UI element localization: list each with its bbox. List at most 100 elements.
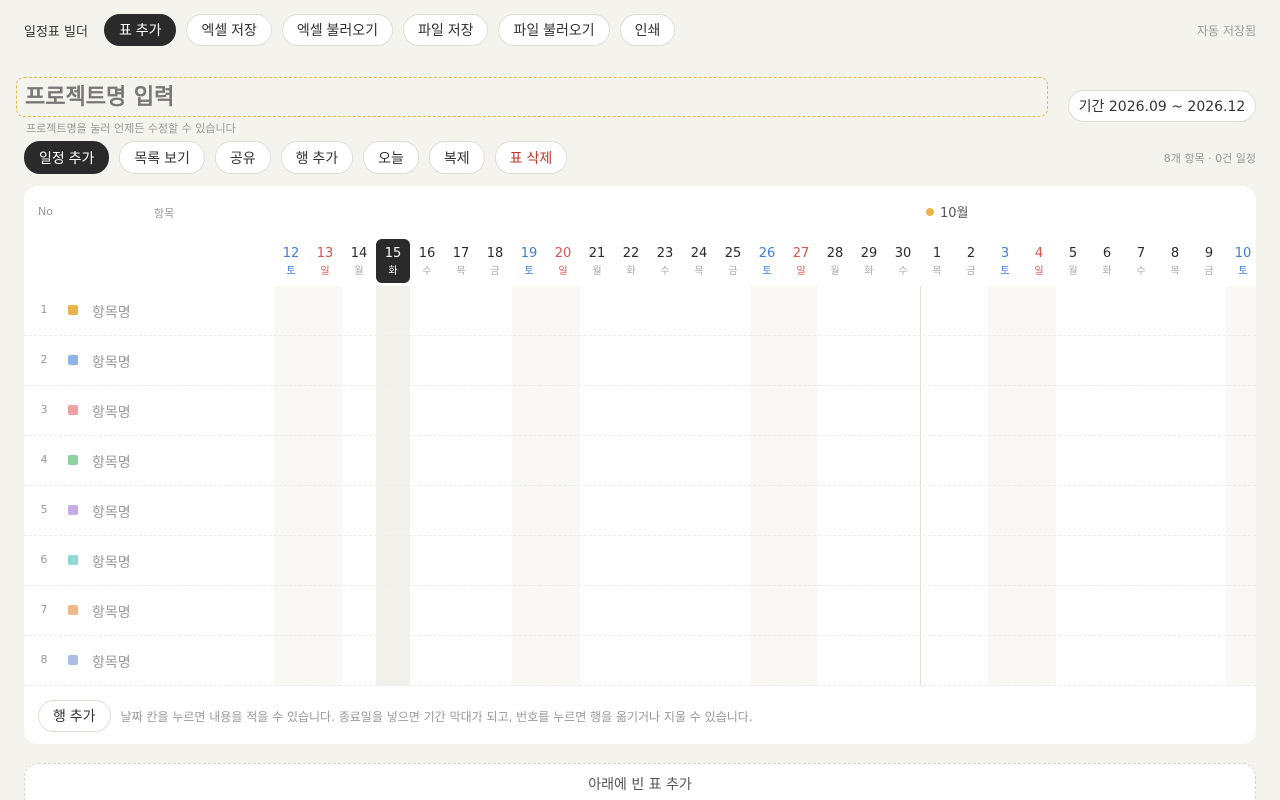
day-header[interactable]: 12 토	[274, 239, 308, 283]
day-weekday: 목	[694, 266, 704, 277]
row-item-name[interactable]: 항목명	[92, 302, 131, 322]
table-row[interactable]: 6 항목명	[24, 536, 1256, 586]
row-item-name[interactable]: 항목명	[92, 352, 131, 372]
row-color-swatch[interactable]	[68, 655, 78, 665]
header-item: 항목	[154, 207, 175, 220]
day-weekday: 일	[558, 266, 568, 277]
day-number: 2	[966, 246, 976, 261]
day-number: 12	[282, 246, 300, 261]
delete-table-button[interactable]: 표 삭제	[494, 141, 568, 174]
period-button[interactable]: 기간 2026.09 ~ 2026.12	[1068, 90, 1256, 122]
today-button[interactable]: 오늘	[363, 141, 419, 174]
file-load-button[interactable]: 파일 불러오기	[498, 14, 610, 46]
day-header[interactable]: 20 일	[546, 239, 580, 283]
row-item-name[interactable]: 항목명	[92, 402, 131, 422]
day-number: 20	[554, 246, 572, 261]
day-weekday: 월	[354, 266, 364, 277]
row-number[interactable]: 2	[38, 353, 50, 366]
table-row[interactable]: 4 항목명	[24, 436, 1256, 486]
day-header[interactable]: 13 일	[308, 239, 342, 283]
table-row[interactable]: 3 항목명	[24, 386, 1256, 436]
row-number[interactable]: 8	[38, 653, 50, 666]
row-number[interactable]: 7	[38, 603, 50, 616]
day-header[interactable]: 6화	[1090, 239, 1124, 283]
day-header[interactable]: 30 수	[886, 239, 920, 283]
footer-add-row-button[interactable]: 행 추가	[38, 700, 111, 732]
project-name-input[interactable]	[16, 77, 1048, 117]
day-header[interactable]: 4일	[1022, 239, 1056, 283]
print-button[interactable]: 인쇄	[619, 14, 676, 46]
table-row[interactable]: 2 항목명	[24, 336, 1256, 386]
day-header[interactable]: 25 금	[716, 239, 750, 283]
table-row[interactable]: 5 항목명	[24, 486, 1256, 536]
row-number[interactable]: 5	[38, 503, 50, 516]
day-number: 16	[418, 246, 436, 261]
day-header[interactable]: 17 목	[444, 239, 478, 283]
row-item-name[interactable]: 항목명	[92, 452, 131, 472]
day-header[interactable]: 5월	[1056, 239, 1090, 283]
day-number: 10	[1234, 246, 1252, 261]
row-item-name[interactable]: 항목명	[92, 602, 131, 622]
day-weekday: 목	[1170, 266, 1180, 277]
row-item-name[interactable]: 항목명	[92, 502, 131, 522]
excel-load-button[interactable]: 엑셀 불러오기	[281, 14, 394, 46]
row-number[interactable]: 3	[38, 403, 50, 416]
day-header[interactable]: 8목	[1158, 239, 1192, 283]
add-row-button[interactable]: 행 추가	[280, 141, 354, 174]
day-header[interactable]: 24 목	[682, 239, 716, 283]
row-item-name[interactable]: 항목명	[92, 652, 131, 672]
day-header[interactable]: 2금	[954, 239, 988, 283]
row-color-swatch[interactable]	[68, 305, 78, 315]
row-number[interactable]: 1	[38, 303, 50, 316]
day-header[interactable]: 26 토	[750, 239, 784, 283]
day-header[interactable]: 29 화	[852, 239, 886, 283]
day-header[interactable]: 16 수	[410, 239, 444, 283]
day-header[interactable]: 3토	[988, 239, 1022, 283]
add-schedule-button[interactable]: 일정 추가	[24, 141, 110, 174]
row-number[interactable]: 4	[38, 453, 50, 466]
row-color-swatch[interactable]	[68, 555, 78, 565]
day-weekday: 화	[864, 266, 874, 277]
table-row[interactable]: 7 항목명	[24, 586, 1256, 636]
day-number: 22	[622, 246, 640, 261]
day-header[interactable]: 23 수	[648, 239, 682, 283]
day-header[interactable]: 21 월	[580, 239, 614, 283]
day-header[interactable]: 9금	[1192, 239, 1226, 283]
row-color-swatch[interactable]	[68, 405, 78, 415]
day-number: 26	[758, 246, 776, 261]
day-weekday: 화	[388, 266, 398, 277]
share-button[interactable]: 공유	[214, 141, 271, 174]
day-weekday: 월	[592, 266, 602, 277]
day-weekday: 일	[796, 266, 806, 277]
item-counts: 8개 항목 · 0건 일정	[1163, 152, 1256, 165]
day-header[interactable]: 14 월	[342, 239, 376, 283]
duplicate-button[interactable]: 복제	[428, 141, 485, 174]
top-toolbar: 일정표 빌더 표 추가 엑셀 저장 엑셀 불러오기 파일 저장 파일 불러오기 …	[24, 14, 1256, 46]
day-header[interactable]: 10 토	[1226, 239, 1256, 283]
row-item-name[interactable]: 항목명	[92, 552, 131, 572]
day-header[interactable]: 7수	[1124, 239, 1158, 283]
row-color-swatch[interactable]	[68, 505, 78, 515]
add-table-button[interactable]: 표 추가	[103, 14, 177, 46]
excel-save-button[interactable]: 엑셀 저장	[186, 14, 272, 46]
add-empty-table-button[interactable]: 아래에 빈 표 추가	[24, 763, 1256, 800]
table-row[interactable]: 1 항목명	[24, 286, 1256, 336]
row-number[interactable]: 6	[38, 553, 50, 566]
row-color-swatch[interactable]	[68, 455, 78, 465]
row-color-swatch[interactable]	[68, 355, 78, 365]
day-header[interactable]: 15 화	[376, 239, 410, 283]
list-view-button[interactable]: 목록 보기	[119, 141, 205, 174]
day-header[interactable]: 18 금	[478, 239, 512, 283]
day-number: 9	[1204, 246, 1214, 261]
day-header[interactable]: 28 월	[818, 239, 852, 283]
day-header[interactable]: 1목	[920, 239, 954, 283]
row-color-swatch[interactable]	[68, 605, 78, 615]
table-row[interactable]: 8 항목명	[24, 636, 1256, 686]
day-header[interactable]: 19 토	[512, 239, 546, 283]
day-number: 8	[1170, 246, 1180, 261]
file-save-button[interactable]: 파일 저장	[403, 14, 489, 46]
month-label: 10월	[926, 202, 969, 221]
day-weekday: 화	[626, 266, 636, 277]
day-header[interactable]: 22 화	[614, 239, 648, 283]
day-header[interactable]: 27 일	[784, 239, 818, 283]
